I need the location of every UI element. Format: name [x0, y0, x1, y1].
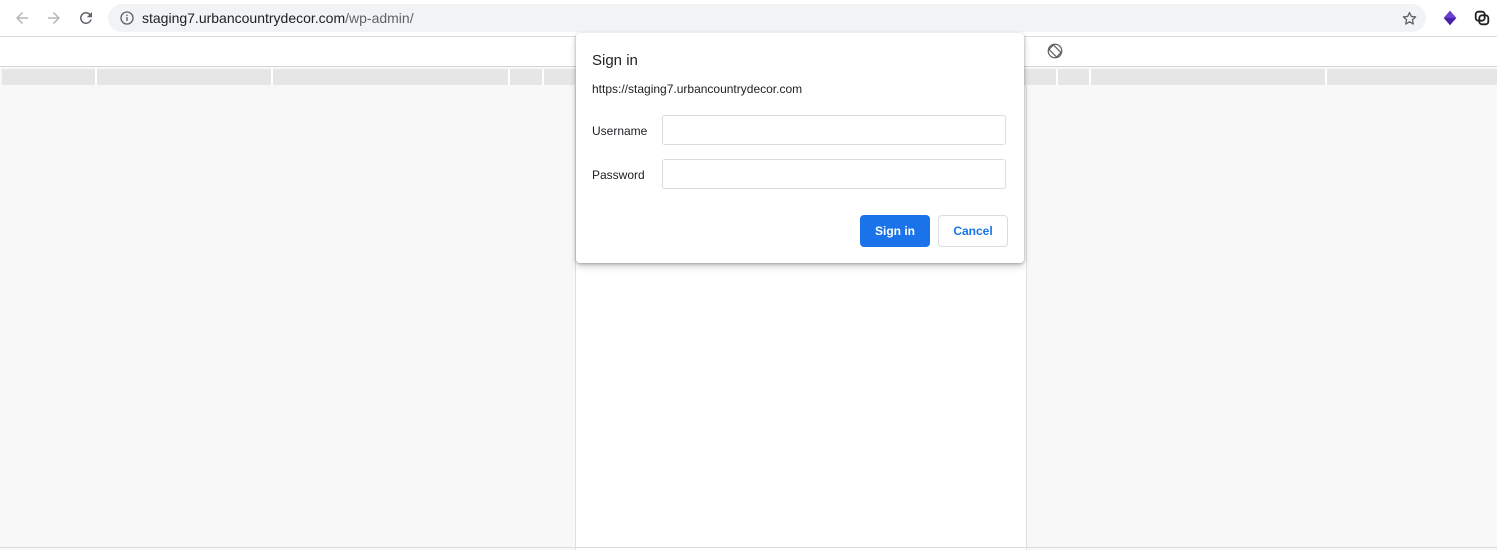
address-bar[interactable]: staging7.urbancountrydecor.com/wp-admin/ [108, 4, 1426, 32]
strip-divider [542, 69, 544, 85]
site-info-icon[interactable] [118, 9, 136, 27]
strip-divider [271, 69, 273, 85]
forward-button[interactable] [42, 6, 66, 30]
rotate-device-icon[interactable] [1046, 42, 1064, 60]
url-host: staging7.urbancountrydecor.com [142, 10, 346, 26]
page-bottom-divider [0, 547, 1497, 548]
url-text[interactable]: staging7.urbancountrydecor.com/wp-admin/ [142, 10, 414, 26]
password-field[interactable] [662, 159, 1006, 189]
url-path: /wp-admin/ [345, 10, 414, 26]
arrow-right-icon [48, 12, 60, 24]
reload-button[interactable] [74, 6, 98, 30]
reload-icon [79, 11, 92, 24]
strip-divider [1089, 69, 1091, 85]
star-icon[interactable] [1400, 9, 1418, 27]
password-label: Password [592, 168, 645, 182]
sign-in-button[interactable]: Sign in [860, 215, 930, 247]
strip-divider [1325, 69, 1327, 85]
arrow-left-icon [16, 12, 28, 24]
back-button[interactable] [10, 6, 34, 30]
strip-divider [508, 69, 510, 85]
username-field[interactable] [662, 115, 1006, 145]
dialog-title: Sign in [592, 52, 638, 69]
purple-diamond-icon[interactable] [1440, 8, 1460, 28]
strip-divider [95, 69, 97, 85]
cancel-button[interactable]: Cancel [938, 215, 1008, 247]
browser-toolbar: staging7.urbancountrydecor.com/wp-admin/ [0, 0, 1497, 37]
dialog-origin: https://staging7.urbancountrydecor.com [592, 82, 803, 96]
strip-divider [1056, 69, 1058, 85]
link-loop-icon[interactable] [1472, 8, 1492, 28]
username-label: Username [592, 124, 648, 138]
sign-in-dialog: Sign in https://staging7.urbancountrydec… [576, 33, 1024, 263]
